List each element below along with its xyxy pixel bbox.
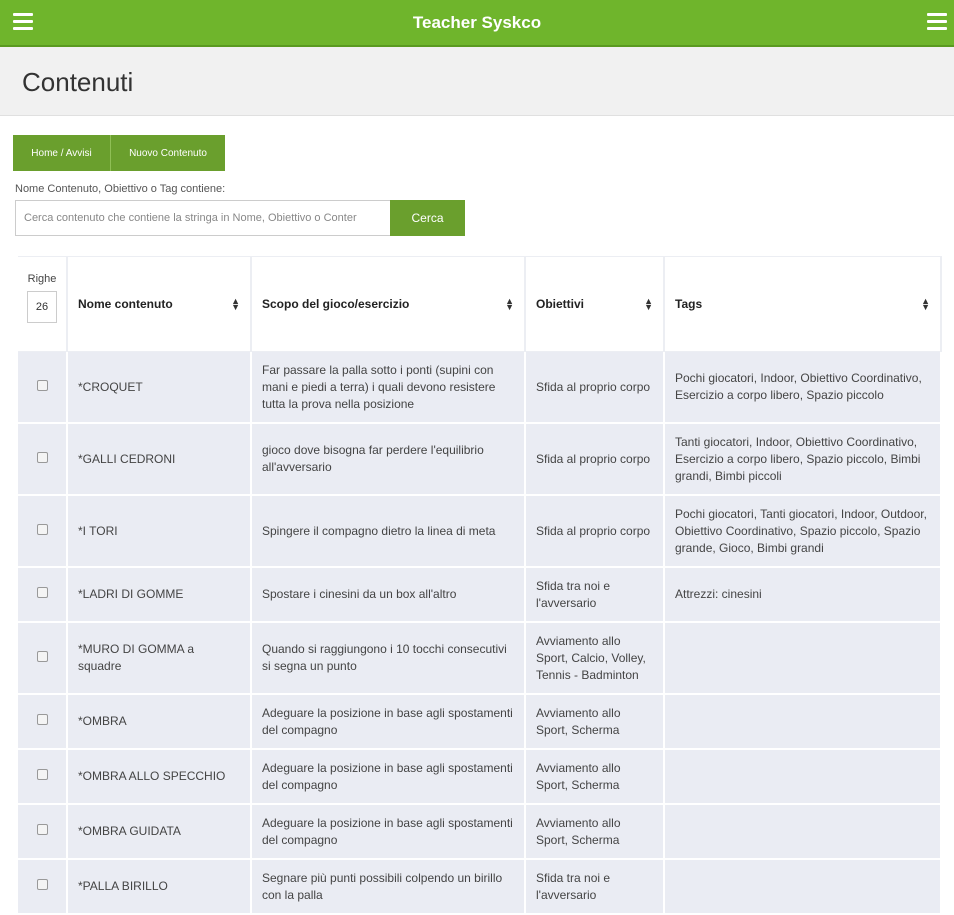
cell-obiettivi: Sfida al proprio corpo — [526, 496, 665, 568]
row-checkbox[interactable] — [36, 523, 48, 535]
cell-obiettivi: Avviamento allo Sport, Scherma — [526, 750, 665, 805]
cell-scopo: Segnare più punti possibili colpendo un … — [252, 860, 526, 915]
cell-scopo: gioco dove bisogna far perdere l'equilib… — [252, 424, 526, 496]
cell-tags — [665, 860, 942, 915]
sort-icon[interactable]: ▲ ▼ — [644, 296, 653, 311]
sort-icon[interactable]: ▲ ▼ — [921, 296, 930, 311]
cell-tags — [665, 805, 942, 860]
row-checkbox[interactable] — [36, 379, 48, 391]
cell-nome: *GALLI CEDRONI — [68, 424, 252, 496]
table-row[interactable]: *OMBRA GUIDATA Adeguare la posizione in … — [18, 805, 942, 860]
cell-scopo: Adeguare la posizione in base agli spost… — [252, 750, 526, 805]
page-title: Contenuti — [22, 67, 134, 97]
righe-header: Righe — [18, 256, 68, 352]
table-row[interactable]: *MURO DI GOMMA a squadre Quando si raggi… — [18, 623, 942, 695]
search-label: Nome Contenuto, Obiettivo o Tag contiene… — [15, 183, 226, 195]
cell-nome: *MURO DI GOMMA a squadre — [68, 623, 252, 695]
row-checkbox-cell — [18, 860, 68, 915]
cell-tags: Tanti giocatori, Indoor, Obiettivo Coord… — [665, 424, 942, 496]
cell-scopo: Adeguare la posizione in base agli spost… — [252, 805, 526, 860]
row-checkbox-cell — [18, 805, 68, 860]
nav-button-group: Home / Avvisi Nuovo Contenuto — [13, 135, 225, 171]
cell-nome: *OMBRA ALLO SPECCHIO — [68, 750, 252, 805]
cell-scopo: Far passare la palla sotto i ponti (supi… — [252, 352, 526, 424]
cell-nome: *PALLA BIRILLO — [68, 860, 252, 915]
cell-tags — [665, 623, 942, 695]
righe-label: Righe — [27, 273, 57, 285]
cell-scopo: Adeguare la posizione in base agli spost… — [252, 695, 526, 750]
column-header-obiettivi-label: Obiettivi — [536, 297, 585, 311]
row-checkbox[interactable] — [36, 769, 48, 780]
table-row[interactable]: *CROQUET Far passare la palla sotto i po… — [18, 352, 942, 424]
cell-scopo: Spostare i cinesini da un box all'altro — [252, 568, 526, 623]
cell-nome: *OMBRA — [68, 695, 252, 750]
cell-tags: Pochi giocatori, Indoor, Obiettivo Coord… — [665, 352, 942, 424]
cell-obiettivi: Avviamento allo Sport, Scherma — [526, 805, 665, 860]
cell-tags: Pochi giocatori, Tanti giocatori, Indoor… — [665, 496, 942, 568]
table-row[interactable]: *I TORI Spingere il compagno dietro la l… — [18, 496, 942, 568]
cell-nome: *CROQUET — [68, 352, 252, 424]
table-row[interactable]: *PALLA BIRILLO Segnare più punti possibi… — [18, 860, 942, 915]
sort-icon[interactable]: ▲ ▼ — [505, 296, 514, 311]
cell-scopo: Quando si raggiungono i 10 tocchi consec… — [252, 623, 526, 695]
column-header-nome-label: Nome contenuto — [78, 297, 173, 311]
nuovo-contenuto-button[interactable]: Nuovo Contenuto — [111, 135, 225, 171]
row-checkbox[interactable] — [36, 650, 48, 662]
row-checkbox-cell — [18, 695, 68, 750]
cell-obiettivi: Sfida tra noi e l'avversario — [526, 860, 665, 915]
cell-nome: *LADRI DI GOMME — [68, 568, 252, 623]
page-header: Contenuti — [0, 47, 954, 116]
cell-obiettivi: Sfida al proprio corpo — [526, 352, 665, 424]
row-checkbox-cell — [18, 750, 68, 805]
table-row[interactable]: *OMBRA Adeguare la posizione in base agl… — [18, 695, 942, 750]
cell-tags: Attrezzi: cinesini — [665, 568, 942, 623]
righe-input[interactable] — [27, 291, 57, 323]
table-row[interactable]: *LADRI DI GOMME Spostare i cinesini da u… — [18, 568, 942, 623]
column-header-tags[interactable]: Tags ▲ ▼ — [665, 256, 942, 352]
row-checkbox-cell — [18, 352, 68, 424]
column-header-scopo[interactable]: Scopo del gioco/esercizio ▲ ▼ — [252, 256, 526, 352]
cell-obiettivi: Avviamento allo Sport, Calcio, Volley, T… — [526, 623, 665, 695]
row-checkbox-cell — [18, 496, 68, 568]
row-checkbox[interactable] — [36, 714, 48, 725]
table-row[interactable]: *GALLI CEDRONI gioco dove bisogna far pe… — [18, 424, 942, 496]
sort-icon[interactable]: ▲ ▼ — [231, 296, 240, 311]
top-navbar: Teacher Syskco — [0, 0, 954, 47]
row-checkbox[interactable] — [36, 587, 48, 598]
home-avvisi-button[interactable]: Home / Avvisi — [13, 135, 111, 171]
cell-tags — [665, 695, 942, 750]
content-table: Righe Nome contenuto ▲▼ Scopo del gioco/e… — [18, 256, 942, 915]
cell-tags — [665, 750, 942, 805]
cell-obiettivi: Sfida al proprio corpo — [526, 424, 665, 496]
column-header-obiettivi[interactable]: Obiettivi ▲ ▼ — [526, 256, 665, 352]
row-checkbox[interactable] — [36, 451, 48, 463]
menu-right-icon[interactable] — [927, 13, 947, 30]
cell-nome: *OMBRA GUIDATA — [68, 805, 252, 860]
cell-scopo: Spingere il compagno dietro la linea di … — [252, 496, 526, 568]
cell-nome: *I TORI — [68, 496, 252, 568]
cell-obiettivi: Sfida tra noi e l'avversario — [526, 568, 665, 623]
row-checkbox-cell — [18, 424, 68, 496]
column-header-tags-label: Tags — [675, 297, 703, 311]
row-checkbox-cell — [18, 568, 68, 623]
row-checkbox[interactable] — [36, 824, 48, 835]
column-header-nome[interactable]: Nome contenuto ▲ ▼ — [68, 256, 252, 352]
cell-obiettivi: Avviamento allo Sport, Scherma — [526, 695, 665, 750]
table-row[interactable]: *OMBRA ALLO SPECCHIO Adeguare la posizio… — [18, 750, 942, 805]
row-checkbox[interactable] — [36, 879, 48, 890]
app-title: Teacher Syskco — [412, 13, 542, 32]
search-input[interactable] — [15, 200, 390, 236]
search-button[interactable]: Cerca — [390, 200, 465, 236]
row-checkbox-cell — [18, 623, 68, 695]
column-header-scopo-label: Scopo del gioco/esercizio — [262, 297, 410, 311]
table-header-row: Righe Nome contenuto ▲▼ Scopo del gioco/e… — [18, 256, 942, 352]
